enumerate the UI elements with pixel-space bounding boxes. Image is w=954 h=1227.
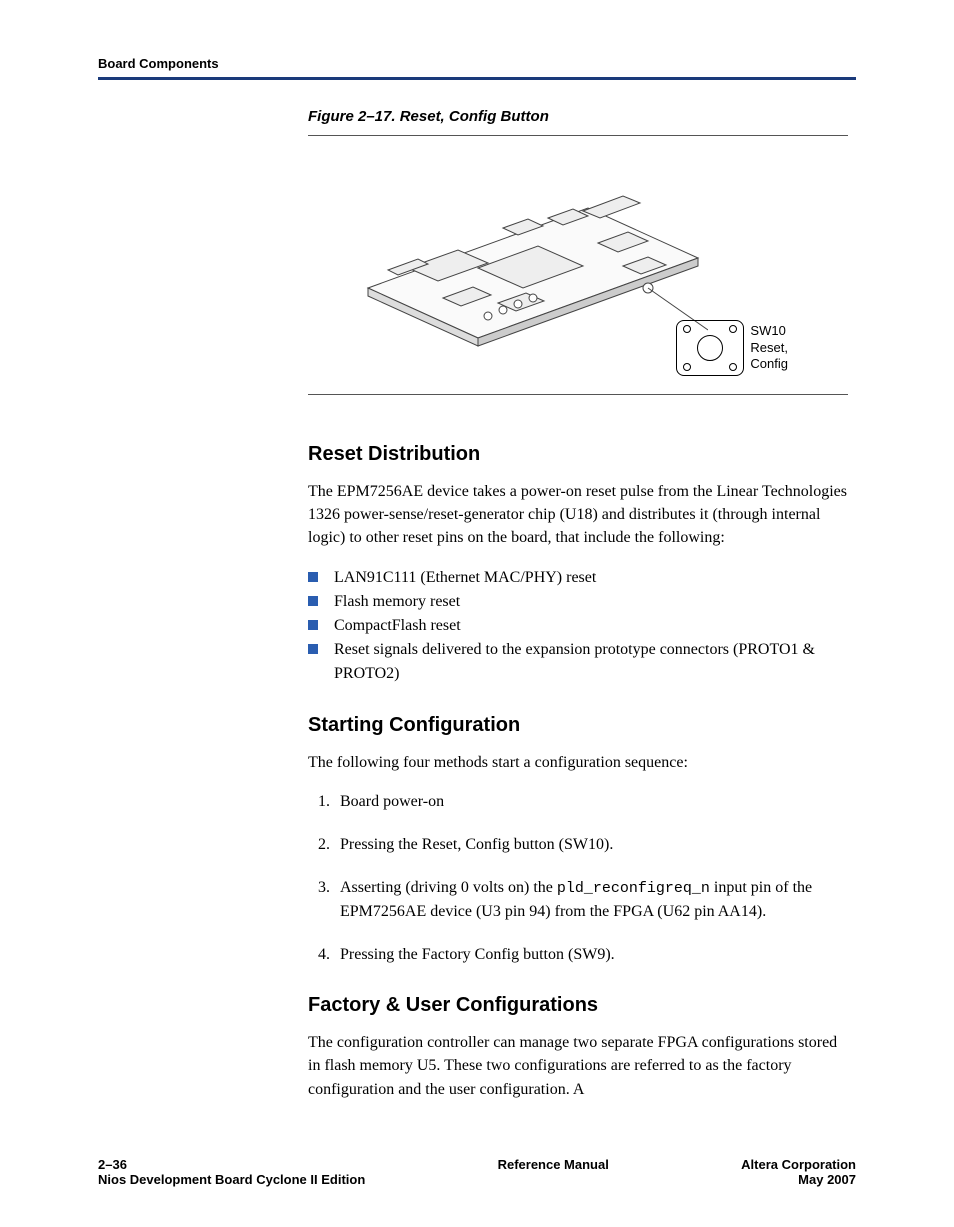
list-item: Asserting (driving 0 volts on) the pld_r… bbox=[334, 876, 848, 923]
callout-name-line1: Reset, bbox=[750, 340, 788, 357]
callout-name-line2: Config bbox=[750, 356, 788, 373]
page-header: Board Components bbox=[98, 56, 856, 71]
list-reset-distribution: LAN91C111 (Ethernet MAC/PHY) reset Flash… bbox=[308, 566, 848, 686]
footer-company: Altera Corporation bbox=[741, 1157, 856, 1172]
footer-page-number: 2–36 bbox=[98, 1157, 365, 1172]
para-reset-distribution: The EPM7256AE device takes a power-on re… bbox=[308, 480, 848, 550]
list-item: CompactFlash reset bbox=[334, 614, 848, 638]
heading-starting-configuration: Starting Configuration bbox=[308, 714, 848, 737]
list-starting-configuration: Board power-on Pressing the Reset, Confi… bbox=[308, 790, 848, 967]
para-starting-configuration: The following four methods start a confi… bbox=[308, 751, 848, 774]
list-item: Flash memory reset bbox=[334, 590, 848, 614]
board-illustration bbox=[348, 148, 708, 348]
callout-button-sw10 bbox=[676, 320, 744, 376]
footer-center: Reference Manual bbox=[498, 1157, 609, 1187]
footer-doc-title: Nios Development Board Cyclone II Editio… bbox=[98, 1172, 365, 1187]
heading-reset-distribution: Reset Distribution bbox=[308, 443, 848, 466]
callout-designator: SW10 bbox=[750, 323, 788, 340]
para-factory-user: The configuration controller can manage … bbox=[308, 1031, 848, 1101]
code-pld-reconfigreq-n: pld_reconfigreq_n bbox=[557, 880, 710, 897]
figure-callout: SW10 Reset, Config bbox=[676, 320, 788, 376]
list-item: Board power-on bbox=[334, 790, 848, 813]
list-item: LAN91C111 (Ethernet MAC/PHY) reset bbox=[334, 566, 848, 590]
figure-reset-config: SW10 Reset, Config bbox=[308, 135, 848, 395]
page-footer: 2–36 Nios Development Board Cyclone II E… bbox=[98, 1157, 856, 1187]
callout-labels: SW10 Reset, Config bbox=[750, 323, 788, 374]
list-item: Pressing the Factory Config button (SW9)… bbox=[334, 943, 848, 966]
text: Asserting (driving 0 volts on) the bbox=[340, 879, 557, 896]
heading-factory-user-configurations: Factory & User Configurations bbox=[308, 994, 848, 1017]
figure-caption: Figure 2–17. Reset, Config Button bbox=[308, 108, 848, 125]
main-content: Figure 2–17. Reset, Config Button bbox=[308, 108, 848, 1101]
header-rule bbox=[98, 77, 856, 80]
list-item: Reset signals delivered to the expansion… bbox=[334, 638, 848, 686]
list-item: Pressing the Reset, Config button (SW10)… bbox=[334, 833, 848, 856]
footer-date: May 2007 bbox=[741, 1172, 856, 1187]
